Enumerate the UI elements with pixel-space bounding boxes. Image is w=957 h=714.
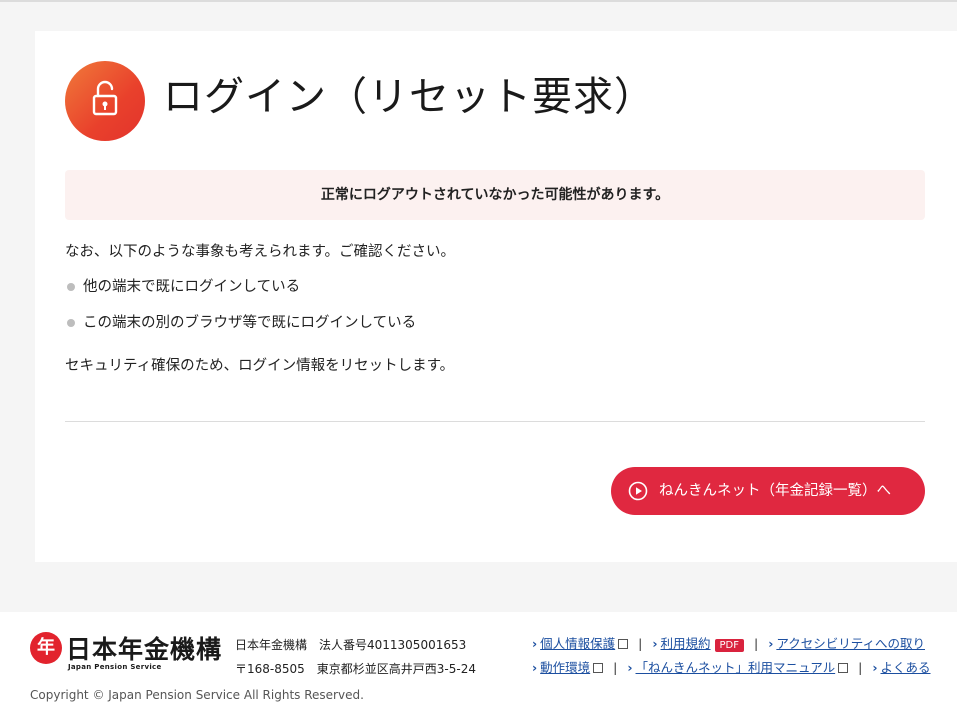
jps-emblem-icon: 年 [30,632,62,664]
copyright: Copyright © Japan Pension Service All Ri… [30,688,364,702]
jps-logo[interactable]: 年 日本年金機構 Japan Pension Service [30,632,223,674]
bullet-icon [67,319,75,327]
chevron-right-icon: › [532,636,538,651]
chevron-right-icon: › [652,636,658,651]
nenkin-net-button[interactable]: ねんきんネット（年金記録一覧）へ [611,467,925,515]
external-link-icon [838,663,849,673]
logo-text-jp: 日本年金機構 [66,635,223,664]
org-name-number: 日本年金機構 法人番号4011305001653 [235,638,467,652]
pdf-badge: PDF [714,639,745,652]
page-title: ログイン（リセット要求） [163,74,655,120]
external-link-icon [618,639,629,649]
list-item-text: 他の端末で既にログインしている [83,279,301,295]
chevron-right-icon: › [532,660,538,675]
logo-text-en: Japan Pension Service [68,663,162,671]
chevron-right-icon: › [627,660,633,675]
org-address: 〒168-8505 東京都杉並区高井戸西3-5-24 [235,662,476,676]
footer-links-row: › 動作環境 | › 「ねんきんネット」利用マニュアル | › よくある [532,660,931,675]
list-item: この端末の別のブラウザ等で既にログインしている [65,314,416,350]
bullet-icon [67,283,75,291]
footer-links: › 個人情報保護 | › 利用規約 PDF | › アクセシビリティへの取り › 動作環境… [532,632,931,680]
intro-text: なお、以下のような事象も考えられます。ご確認ください。 [65,244,456,260]
unlock-icon [92,80,118,116]
footer-links-row: › 個人情報保護 | › 利用規約 PDF | › アクセシビリティへの取り [532,636,925,652]
reset-notice: セキュリティ確保のため、ログイン情報をリセットします。 [65,358,455,374]
chevron-right-icon: › [768,636,774,651]
link-terms[interactable]: 利用規約 [661,636,711,651]
play-circle-icon [628,481,648,501]
list-item: 他の端末で既にログインしている [65,278,416,314]
alert-message: 正常にログアウトされていなかった可能性があります。 [65,170,925,220]
list-item-text: この端末の別のブラウザ等で既にログインしている [83,315,417,331]
link-privacy[interactable]: 個人情報保護 [540,636,615,651]
footer: 年 日本年金機構 Japan Pension Service 日本年金機構 法人… [0,612,957,714]
lock-badge [65,61,145,141]
main-card: ログイン（リセット要求） 正常にログアウトされていなかった可能性があります。 な… [35,31,957,562]
link-manual[interactable]: 「ねんきんネット」利用マニュアル [636,660,836,675]
link-faq[interactable]: よくある [881,660,931,675]
external-link-icon [593,663,604,673]
divider [65,421,925,422]
org-info: 日本年金機構 法人番号4011305001653 〒168-8505 東京都杉並… [235,633,476,681]
chevron-right-icon: › [872,660,878,675]
top-border [0,0,957,2]
possible-causes-list: 他の端末で既にログインしている この端末の別のブラウザ等で既にログインしている [65,278,416,350]
nenkin-net-button-label: ねんきんネット（年金記録一覧）へ [659,483,891,499]
link-environment[interactable]: 動作環境 [540,660,590,675]
link-accessibility[interactable]: アクセシビリティへの取り [776,636,925,651]
